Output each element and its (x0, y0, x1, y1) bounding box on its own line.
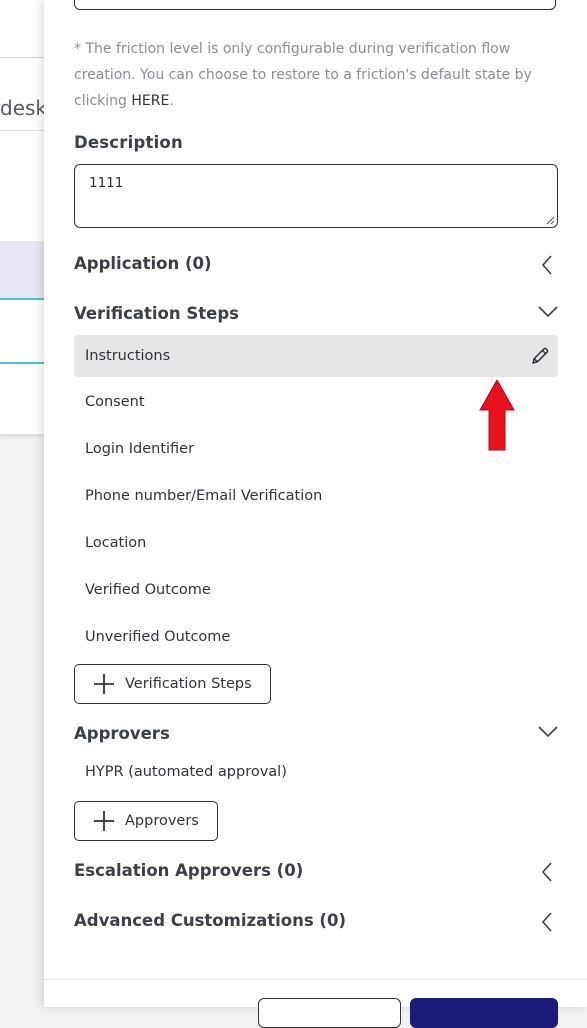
advanced-customizations-label: Advanced Customizations (0) (74, 911, 346, 930)
step-label: Instructions (85, 348, 171, 364)
application-section-header[interactable]: Application (0) (74, 254, 558, 278)
escalation-approvers-section-header[interactable]: Escalation Approvers (0) (74, 861, 558, 885)
chevron-left-icon[interactable] (538, 861, 558, 883)
approvers-label: Approvers (74, 724, 170, 743)
background-accent-line-2 (0, 362, 44, 364)
plus-icon (94, 811, 114, 831)
plus-icon (94, 674, 114, 694)
background-accent-line (0, 298, 44, 300)
red-arrow-annotation (479, 380, 515, 451)
step-item-location[interactable]: Location (74, 522, 558, 564)
application-label: Application (0) (74, 254, 212, 273)
chevron-left-icon[interactable] (538, 254, 558, 276)
description-value: 1111 (89, 175, 124, 191)
description-label: Description (74, 133, 183, 152)
chevron-down-icon[interactable] (538, 304, 558, 326)
background-card (0, 0, 44, 434)
cancel-button[interactable] (258, 998, 401, 1028)
add-verification-step-button[interactable]: Verification Steps (74, 664, 271, 704)
verification-steps-section-header[interactable]: Verification Steps (74, 304, 558, 328)
pencil-edit-icon[interactable] (530, 346, 550, 366)
step-label: Unverified Outcome (85, 629, 231, 645)
chevron-down-icon[interactable] (538, 724, 558, 746)
step-label: Login Identifier (85, 441, 195, 457)
step-item-phone-email-verification[interactable]: Phone number/Email Verification (74, 475, 558, 517)
background-page: desk (0, 0, 44, 1007)
add-verification-step-label: Verification Steps (125, 676, 252, 692)
restore-default-link[interactable]: HERE (131, 93, 169, 109)
background-divider (0, 57, 44, 58)
friction-note: * The friction level is only configurabl… (74, 36, 554, 114)
save-button[interactable] (410, 998, 558, 1028)
background-partial-text: desk (0, 96, 44, 120)
step-label: Location (85, 535, 147, 551)
top-input-field[interactable] (74, 0, 556, 10)
step-label: Phone number/Email Verification (85, 488, 323, 504)
step-label: Consent (85, 394, 145, 410)
step-label: Verified Outcome (85, 582, 211, 598)
escalation-approvers-label: Escalation Approvers (0) (74, 861, 304, 880)
step-item-unverified-outcome[interactable]: Unverified Outcome (74, 616, 558, 658)
approver-item-hypr: HYPR (automated approval) (85, 764, 287, 780)
background-selected-row (0, 241, 44, 299)
chevron-left-icon[interactable] (538, 911, 558, 933)
add-approver-label: Approvers (125, 813, 199, 829)
step-item-instructions[interactable]: Instructions (74, 335, 558, 377)
add-approver-button[interactable]: Approvers (74, 801, 218, 841)
description-textarea[interactable]: 1111 (74, 164, 558, 228)
resize-handle-icon[interactable] (546, 216, 555, 225)
verification-flow-panel: * The friction level is only configurabl… (44, 0, 587, 1028)
friction-note-suffix: . (169, 93, 174, 109)
step-item-verified-outcome[interactable]: Verified Outcome (74, 569, 558, 611)
approvers-section-header[interactable]: Approvers (74, 724, 558, 748)
advanced-customizations-section-header[interactable]: Advanced Customizations (0) (74, 911, 558, 935)
verification-steps-label: Verification Steps (74, 304, 239, 323)
footer-divider (44, 979, 587, 980)
background-divider-2 (0, 130, 44, 131)
